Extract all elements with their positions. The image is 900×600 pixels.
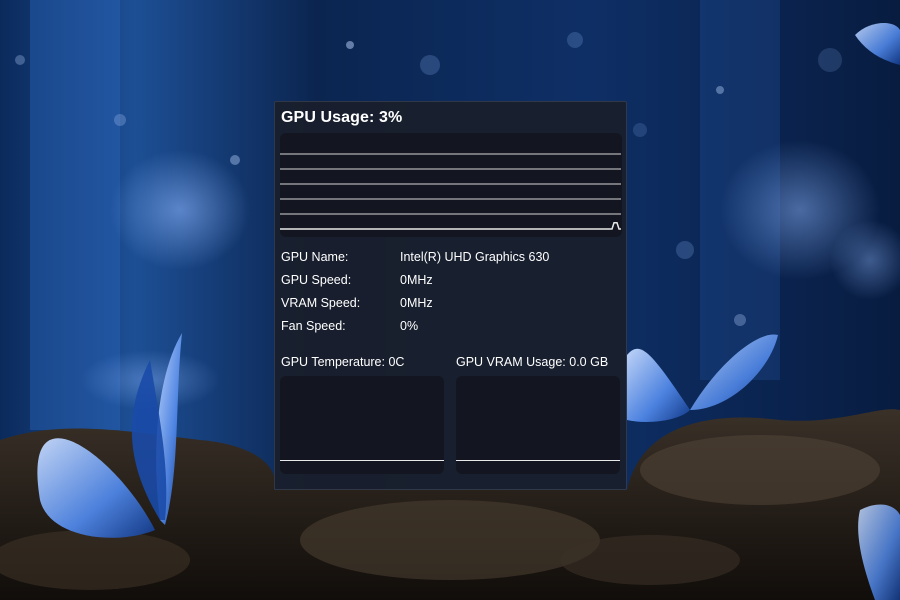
- vram-speed-value: 0MHz: [400, 296, 433, 310]
- gpu-monitor-widget[interactable]: GPU Usage: 3% GPU Name: Intel(R) UHD Gra…: [274, 101, 627, 490]
- gpu-usage-value: 3%: [379, 109, 403, 126]
- gpu-vram-usage-caption: GPU VRAM Usage: 0.0 GB: [456, 355, 608, 369]
- vram-speed-label: VRAM Speed:: [281, 296, 361, 310]
- gpu-temperature-label: GPU Temperature:: [281, 355, 385, 369]
- gpu-name-label: GPU Name:: [281, 250, 349, 264]
- gpu-speed-value: 0MHz: [400, 273, 433, 287]
- gpu-speed-label: GPU Speed:: [281, 273, 352, 287]
- vram-baseline: [456, 459, 620, 461]
- fan-speed-label: Fan Speed:: [281, 319, 346, 333]
- gpu-vram-usage-label: GPU VRAM Usage:: [456, 355, 566, 369]
- gpu-vram-usage-value: 0.0 GB: [569, 355, 609, 369]
- gpu-temperature-caption: GPU Temperature: 0C: [281, 355, 404, 369]
- gpu-temperature-graph: [280, 376, 444, 474]
- gpu-temperature-value: 0C: [388, 355, 405, 369]
- fan-speed-value: 0%: [400, 319, 419, 333]
- gpu-name-value: Intel(R) UHD Graphics 630: [400, 250, 550, 264]
- gpu-vram-usage-graph: [456, 376, 620, 474]
- usage-line: [280, 222, 621, 230]
- gpu-usage-graph: [280, 133, 622, 237]
- gpu-usage-label: GPU Usage:: [281, 109, 375, 126]
- gpu-usage-title: GPU Usage: 3%: [281, 109, 402, 127]
- temperature-baseline: [280, 459, 444, 461]
